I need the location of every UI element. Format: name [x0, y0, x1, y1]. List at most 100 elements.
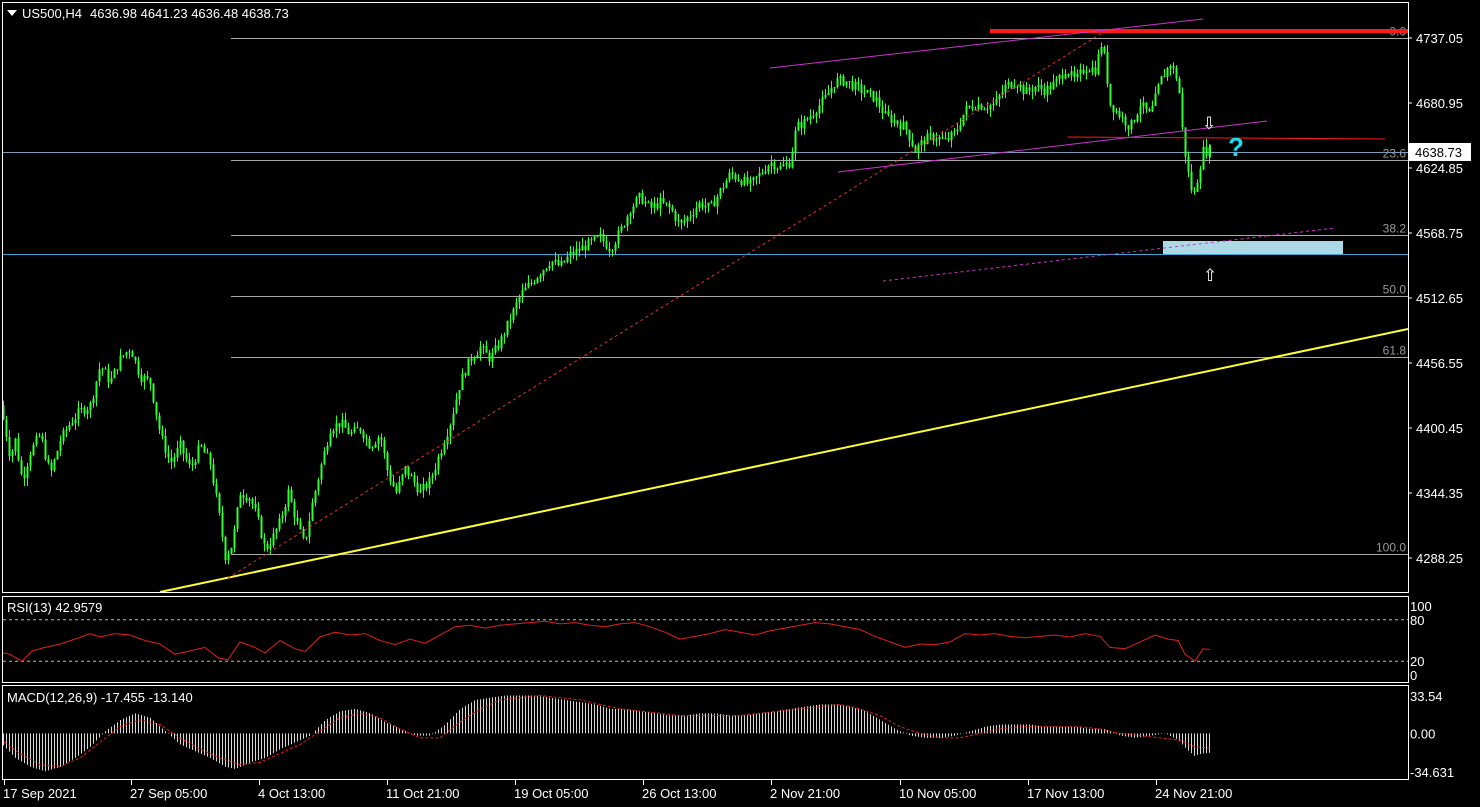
- candle-body: [557, 259, 560, 266]
- candle-body: [563, 260, 566, 262]
- candle-body: [779, 166, 782, 169]
- candle-body: [830, 88, 833, 93]
- candle-body: [1025, 87, 1028, 95]
- time-tick-label: 26 Oct 13:00: [642, 786, 716, 801]
- collapse-triangle-icon[interactable]: [7, 10, 17, 16]
- candle-body: [755, 176, 758, 178]
- candle-body: [548, 265, 551, 269]
- candle-body: [1106, 51, 1109, 84]
- candle-body: [716, 196, 719, 207]
- macd-tick-label: 0.00: [1410, 726, 1435, 741]
- candle-body: [869, 90, 872, 92]
- candle-body: [386, 452, 389, 471]
- candle-body: [143, 376, 146, 383]
- candle-body: [905, 121, 908, 130]
- candle-body: [233, 528, 236, 548]
- candle-body: [113, 369, 116, 379]
- trading-chart[interactable]: 0.023.638.250.061.8100.0 ? ⇩ ⇧ US500,H44…: [0, 0, 1480, 807]
- candle-body: [182, 440, 185, 454]
- candle-body: [1016, 86, 1019, 88]
- candle-body: [920, 140, 923, 146]
- candle-body: [425, 483, 428, 489]
- candle-body: [188, 459, 191, 465]
- candle-body: [431, 475, 434, 478]
- candle-body: [899, 124, 902, 130]
- candle-body: [53, 459, 56, 471]
- candle-body: [812, 115, 815, 117]
- candle-body: [647, 201, 650, 203]
- candle-body: [1142, 102, 1145, 107]
- candle-body: [989, 105, 992, 110]
- candle-body: [995, 98, 998, 104]
- candle-body: [434, 469, 437, 476]
- candle-body: [842, 76, 845, 86]
- candle-body: [254, 503, 257, 509]
- candle-body: [176, 448, 179, 458]
- yellow-trendline[interactable]: [159, 328, 1408, 592]
- candle-body: [203, 445, 206, 453]
- candle-body: [392, 481, 395, 487]
- candle-body: [569, 251, 572, 257]
- candle-body: [101, 368, 104, 370]
- candle-body: [122, 355, 125, 357]
- candle-body: [1079, 69, 1082, 74]
- price-tick-label: 4624.85: [1416, 161, 1463, 176]
- candle-body: [890, 114, 893, 123]
- rsi-line: [3, 620, 1211, 662]
- candle-body: [356, 427, 359, 429]
- candle-body: [62, 430, 65, 442]
- candle-body: [383, 439, 386, 453]
- candle-body: [959, 125, 962, 130]
- candle-body: [530, 282, 533, 284]
- price-tick-label: 4512.65: [1416, 291, 1463, 306]
- candle-body: [728, 172, 731, 181]
- candle-body: [230, 547, 233, 554]
- candle-body: [794, 130, 797, 153]
- channel-upper[interactable]: [769, 18, 1204, 69]
- macd-label: MACD(12,26,9) -17.455 -13.140: [7, 690, 193, 705]
- candle-body: [1127, 125, 1130, 130]
- target-zone[interactable]: [1163, 241, 1343, 254]
- candle-body: [596, 235, 599, 237]
- candle-body: [848, 81, 851, 83]
- candle-body: [1196, 182, 1199, 192]
- candle-body: [1187, 156, 1190, 172]
- candle-body: [407, 466, 410, 476]
- candle-body: [1199, 169, 1202, 183]
- candle-body: [1100, 47, 1103, 55]
- candle-body: [839, 76, 842, 79]
- candle-body: [788, 163, 791, 168]
- candle-body: [200, 445, 203, 447]
- trend-drawings[interactable]: [159, 18, 1408, 592]
- candle-body: [767, 165, 770, 172]
- candle-body: [305, 536, 308, 538]
- candle-body: [272, 533, 275, 546]
- price-tick-label: 4680.95: [1416, 96, 1463, 111]
- candle-body: [977, 104, 980, 110]
- candle-body: [167, 452, 170, 458]
- candle-body: [215, 483, 218, 494]
- candle-body: [275, 529, 278, 534]
- candle-body: [632, 206, 635, 214]
- candle-body: [17, 438, 20, 461]
- candle-body: [503, 334, 506, 337]
- candle-body: [353, 427, 356, 433]
- candle-body: [677, 220, 680, 222]
- candle-body: [650, 201, 653, 208]
- candle-body: [950, 132, 953, 140]
- macd-indicator: [3, 694, 1211, 772]
- candle-body: [944, 138, 947, 140]
- candle-body: [1166, 67, 1169, 77]
- candle-body: [551, 261, 554, 266]
- candle-body: [293, 501, 296, 518]
- candle-body: [986, 109, 989, 111]
- candle-body: [140, 374, 143, 383]
- fib-level-label: 38.2: [1383, 222, 1407, 236]
- candle-body: [464, 373, 467, 376]
- candle-body: [644, 201, 647, 204]
- fib-level-label: 50.0: [1383, 283, 1407, 297]
- candle-body: [152, 383, 155, 403]
- candle-body: [125, 352, 128, 356]
- candle-body: [785, 163, 788, 165]
- candle-body: [440, 453, 443, 457]
